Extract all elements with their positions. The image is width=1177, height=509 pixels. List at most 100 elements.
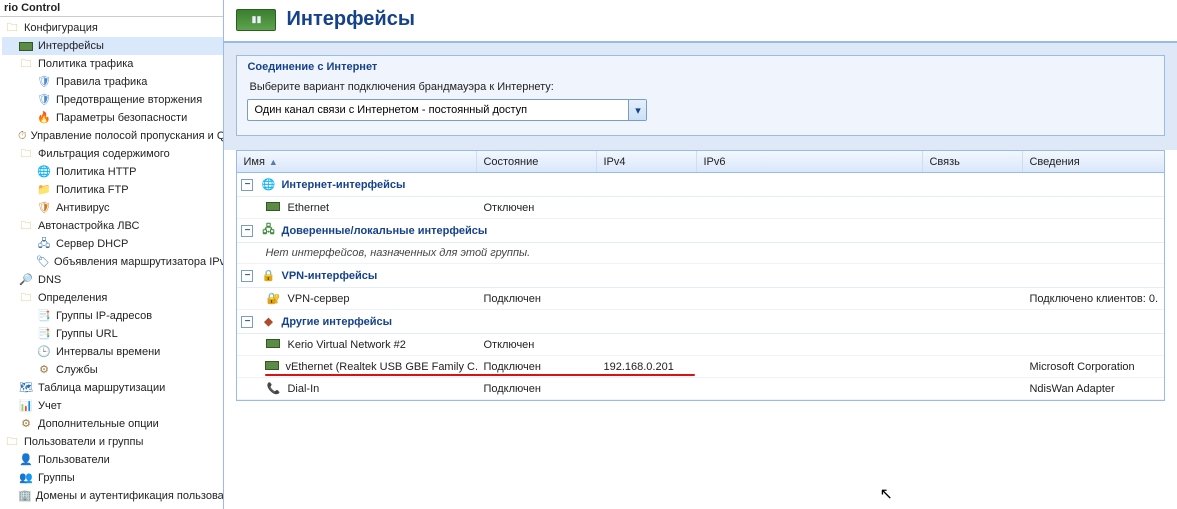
nav-interfaces[interactable]: Интерфейсы xyxy=(2,37,223,55)
group-icon: 👥 xyxy=(18,470,34,486)
nav-accounting[interactable]: 📊 Учет xyxy=(2,397,223,415)
fieldset-legend: Соединение с Интернет xyxy=(247,61,1154,73)
http-icon: 🌐 xyxy=(36,164,52,180)
nav-antivirus[interactable]: 🛡 Антивирус xyxy=(2,199,223,217)
antivirus-icon: 🛡 xyxy=(36,200,52,216)
nav-routing-table[interactable]: 🗺 Таблица маршрутизации xyxy=(2,379,223,397)
nav-ip-groups[interactable]: 📑 Группы IP-адресов xyxy=(2,307,223,325)
content-area: Соединение с Интернет Выберите вариант п… xyxy=(224,43,1177,150)
chevron-down-icon: ▾ xyxy=(635,104,641,117)
col-ipv4[interactable]: IPv4 xyxy=(597,151,697,172)
ipgroup-icon: 📑 xyxy=(36,308,52,324)
nav-traffic-rules[interactable]: 🛡 Правила трафика xyxy=(2,73,223,91)
interfaces-grid: Имя▲ Состояние IPv4 IPv6 Связь Сведения … xyxy=(236,150,1165,401)
gauge-icon: ⏱ xyxy=(18,128,27,144)
row-vpn-server[interactable]: 🔐VPN-сервер Подключен Подключено клиенто… xyxy=(237,288,1164,310)
row-dialin[interactable]: 📞Dial-In Подключен NdisWan Adapter xyxy=(237,378,1164,400)
grid-header: Имя▲ Состояние IPv4 IPv6 Связь Сведения xyxy=(237,151,1164,173)
nic-icon xyxy=(265,339,281,351)
internet-group-icon: 🌐 xyxy=(259,178,277,191)
nav-definitions[interactable]: 🗀 Определения xyxy=(2,289,223,307)
nic-icon xyxy=(18,38,34,54)
collapse-icon[interactable]: − xyxy=(241,179,253,191)
group-internet[interactable]: − 🌐 Интернет-интерфейсы xyxy=(237,173,1164,197)
urlgroup-icon: 📑 xyxy=(36,326,52,342)
dns-icon: 🔎 xyxy=(18,272,34,288)
ipv6-icon: 🏷 xyxy=(36,254,50,270)
connection-mode-label: Выберите вариант подключения брандмауэра… xyxy=(247,81,1154,93)
trusted-group-icon: 🖧 xyxy=(259,221,277,240)
folder-icon: 🗀 xyxy=(18,56,34,72)
nav-content-filter[interactable]: 🗀 Фильтрация содержимого xyxy=(2,145,223,163)
nav-intrusion-prev[interactable]: 🛡 Предотвращение вторжения xyxy=(2,91,223,109)
page-title: Интерфейсы xyxy=(286,8,414,31)
nic-icon xyxy=(265,202,281,214)
vpn-group-icon: 🔒 xyxy=(259,269,277,282)
section-config[interactable]: 🗀 Конфигурация xyxy=(2,19,223,37)
folder-icon: 🗀 xyxy=(4,434,20,450)
col-name[interactable]: Имя▲ xyxy=(237,151,477,172)
collapse-icon[interactable]: − xyxy=(241,316,253,328)
fire-icon: 🔥 xyxy=(36,110,52,126)
nav-domains-auth[interactable]: 🏢 Домены и аутентификация пользовате xyxy=(2,487,223,505)
nav-services[interactable]: ⚙ Службы xyxy=(2,361,223,379)
rules-icon: 🛡 xyxy=(36,74,52,90)
col-info[interactable]: Сведения xyxy=(1023,151,1164,172)
vpn-icon: 🔐 xyxy=(265,292,281,305)
group-other[interactable]: − ◆ Другие интерфейсы xyxy=(237,310,1164,334)
row-kerio-virtual[interactable]: Kerio Virtual Network #2 Отключен xyxy=(237,334,1164,356)
section-users[interactable]: 🗀 Пользователи и группы xyxy=(2,433,223,451)
col-link[interactable]: Связь xyxy=(923,151,1023,172)
folder-icon: 🗀 xyxy=(4,20,20,36)
dialin-icon: 📞 xyxy=(265,382,281,395)
nav-traffic-policy[interactable]: 🗀 Политика трафика xyxy=(2,55,223,73)
collapse-icon[interactable]: − xyxy=(241,225,253,237)
nic-icon xyxy=(265,361,279,373)
internet-connection-fieldset: Соединение с Интернет Выберите вариант п… xyxy=(236,55,1165,136)
nav-time-ranges[interactable]: 🕒 Интервалы времени xyxy=(2,343,223,361)
sort-asc-icon: ▲ xyxy=(269,157,278,167)
gear-icon: ⚙ xyxy=(18,416,34,432)
other-group-icon: ◆ xyxy=(259,315,277,328)
folder-icon: 🗀 xyxy=(18,290,34,306)
shield-icon: 🛡 xyxy=(36,92,52,108)
row-ethernet[interactable]: Ethernet Отключен xyxy=(237,197,1164,219)
nav-security-params[interactable]: 🔥 Параметры безопасности xyxy=(2,109,223,127)
clock-icon: 🕒 xyxy=(36,344,52,360)
nav-tree: 🗀 Конфигурация Интерфейсы 🗀 Политика тра… xyxy=(0,17,223,505)
col-state[interactable]: Состояние xyxy=(477,151,597,172)
group-trusted[interactable]: − 🖧 Доверенные/локальные интерфейсы xyxy=(237,219,1164,243)
nav-lan-autoconf[interactable]: 🗀 Автонастройка ЛВС xyxy=(2,217,223,235)
nav-url-groups[interactable]: 📑 Группы URL xyxy=(2,325,223,343)
nav-users[interactable]: 👤 Пользователи xyxy=(2,451,223,469)
accounting-icon: 📊 xyxy=(18,398,34,414)
group-vpn[interactable]: − 🔒 VPN-интерфейсы xyxy=(237,264,1164,288)
nav-ftp-policy[interactable]: 📁 Политика FTP xyxy=(2,181,223,199)
nav-http-policy[interactable]: 🌐 Политика HTTP xyxy=(2,163,223,181)
page-header: ▮▮ Интерфейсы xyxy=(224,0,1177,43)
folder-icon: 🗀 xyxy=(18,218,34,234)
mouse-cursor-icon: ↖ xyxy=(879,484,892,504)
row-vethernet[interactable]: vEthernet (Realtek USB GBE Family C... П… xyxy=(237,356,1164,378)
combo-trigger[interactable]: ▾ xyxy=(628,100,646,120)
nic-large-icon: ▮▮ xyxy=(236,9,276,31)
nav-bandwidth[interactable]: ⏱ Управление полосой пропускания и Qo xyxy=(2,127,223,145)
nav-ipv6-ra[interactable]: 🏷 Объявления маршрутизатора IPv6 xyxy=(2,253,223,271)
nav-dns[interactable]: 🔎 DNS xyxy=(2,271,223,289)
trusted-empty: Нет интерфейсов, назначенных для этой гр… xyxy=(237,243,1164,264)
collapse-icon[interactable]: − xyxy=(241,270,253,282)
sidebar: rio Control 🗀 Конфигурация Интерфейсы 🗀 … xyxy=(0,0,224,509)
nav-dhcp-server[interactable]: 🖧 Сервер DHCP xyxy=(2,235,223,253)
nav-groups[interactable]: 👥 Группы xyxy=(2,469,223,487)
connection-mode-combo[interactable]: ▾ xyxy=(247,99,647,121)
nav-adv-options[interactable]: ⚙ Дополнительные опции xyxy=(2,415,223,433)
dhcp-icon: 🖧 xyxy=(36,236,52,252)
app-title: rio Control xyxy=(0,0,223,17)
domain-icon: 🏢 xyxy=(18,488,32,504)
routing-icon: 🗺 xyxy=(18,380,34,396)
connection-mode-value[interactable] xyxy=(248,100,628,120)
user-icon: 👤 xyxy=(18,452,34,468)
col-ipv6[interactable]: IPv6 xyxy=(697,151,923,172)
services-icon: ⚙ xyxy=(36,362,52,378)
ftp-icon: 📁 xyxy=(36,182,52,198)
